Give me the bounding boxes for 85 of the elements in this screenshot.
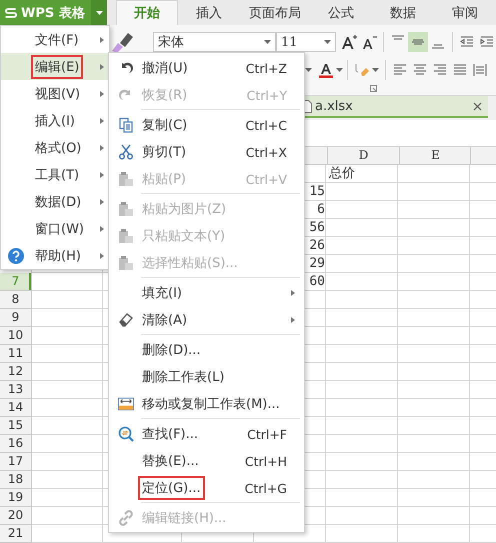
search-icon <box>118 426 134 442</box>
table-cell-text: 56 <box>308 219 326 237</box>
dropdown-arrow-icon[interactable] <box>336 68 343 72</box>
link-icon <box>118 510 134 526</box>
menu-item[interactable]: 文件(F) <box>1 26 109 53</box>
submenu-arrow-icon <box>100 118 104 124</box>
row-number[interactable]: 12 <box>0 363 31 381</box>
menu-item[interactable]: 视图(V) <box>1 80 109 107</box>
distribute-icon[interactable] <box>472 62 488 78</box>
submenu-arrow-icon <box>100 37 104 43</box>
menu-item[interactable]: 移动或复制工作表(M)... <box>109 390 304 417</box>
row-number[interactable]: 10 <box>0 327 31 345</box>
submenu-arrow-icon <box>100 226 104 232</box>
column-header[interactable]: E <box>399 147 471 164</box>
menu-item[interactable]: 编辑(E) <box>1 53 109 80</box>
menu-item[interactable]: 格式(O) <box>1 134 109 161</box>
row-number[interactable]: 18 <box>0 471 31 489</box>
menu-item[interactable]: 撤消(U) Ctrl+Z <box>109 54 304 81</box>
ribbon-tab[interactable]: 数据 <box>372 0 434 25</box>
menu-item[interactable]: 插入(I) <box>1 107 109 134</box>
row-number[interactable]: 19 <box>0 489 31 507</box>
sheet-move-icon <box>118 396 134 412</box>
clipboard-icon <box>118 254 134 270</box>
submenu-arrow-icon <box>100 253 104 259</box>
submenu-arrow-icon <box>100 64 104 70</box>
ribbon-tab[interactable]: 页面布局 <box>240 0 310 25</box>
menu-item[interactable]: 替换(E)... Ctrl+H <box>109 447 304 474</box>
paintbrush-icon[interactable] <box>110 31 136 53</box>
ribbon-tab[interactable]: 插入 <box>178 0 240 25</box>
table-cell-text: 29 <box>308 255 326 273</box>
submenu-arrow-icon <box>100 199 104 205</box>
menu-item[interactable]: 查找(F)... Ctrl+F <box>109 420 304 447</box>
submenu-arrow-icon <box>100 145 104 151</box>
row-number[interactable]: 9 <box>0 309 31 327</box>
ribbon-tab[interactable]: 审阅 <box>434 0 496 25</box>
menu-item[interactable]: 清除(A) <box>109 306 304 333</box>
dropdown-arrow-icon[interactable] <box>324 40 331 44</box>
row-number[interactable]: 16 <box>0 435 31 453</box>
help-icon <box>8 248 24 264</box>
row-number[interactable]: 11 <box>0 345 31 363</box>
clipboard-icon <box>118 200 134 216</box>
font-color-icon[interactable] <box>318 62 334 78</box>
logo-icon <box>4 6 18 20</box>
ribbon-tab[interactable]: 开始 <box>116 0 178 25</box>
eraser-icon[interactable] <box>354 62 370 78</box>
table-cell-text: 60 <box>308 273 326 291</box>
table-cell-text: 15 <box>308 183 326 201</box>
dialog-launcher-icon[interactable] <box>370 85 377 92</box>
eraser-icon <box>118 312 134 328</box>
dropdown-arrow-icon[interactable] <box>305 68 312 72</box>
font-name-field[interactable]: 宋体 <box>153 32 276 52</box>
copy-icon <box>118 116 134 132</box>
row-number[interactable]: 13 <box>0 381 31 399</box>
table-cell-text: 26 <box>308 237 326 255</box>
table-cell-text: 总价 <box>328 165 356 183</box>
menu-item[interactable]: 数据(D) <box>1 188 109 215</box>
dropdown-arrow-icon[interactable] <box>264 40 271 44</box>
column-header[interactable]: D <box>327 147 399 164</box>
close-icon[interactable] <box>473 102 482 110</box>
row-number[interactable]: 15 <box>0 417 31 435</box>
menu-item[interactable]: 删除(D)... <box>109 336 304 363</box>
row-number[interactable]: 8 <box>0 291 31 309</box>
submenu-arrow-icon <box>100 172 104 178</box>
font-size-field[interactable]: 11 <box>276 32 336 52</box>
menu-item[interactable]: 删除工作表(L) <box>109 363 304 390</box>
ribbon-tab[interactable]: 公式 <box>310 0 372 25</box>
row-number[interactable]: 21 <box>0 525 31 543</box>
table-cell-text: 6 <box>316 201 326 219</box>
menu-item[interactable]: 工具(T) <box>1 161 109 188</box>
submenu-arrow-icon <box>100 91 104 97</box>
row-number[interactable]: 14 <box>0 399 31 417</box>
clipboard-icon <box>118 170 134 186</box>
scissors-icon <box>118 144 134 160</box>
dropdown-arrow-icon[interactable] <box>372 68 379 72</box>
menu-item[interactable]: 定位(G)... Ctrl+G <box>109 474 304 501</box>
dropdown-arrow-icon[interactable] <box>96 10 102 14</box>
menu-item[interactable]: 帮助(H) <box>1 242 109 269</box>
menu-item[interactable]: 剪切(T) Ctrl+X <box>109 138 304 165</box>
grow-font-icon[interactable] <box>341 34 357 50</box>
shrink-font-icon[interactable] <box>361 34 377 50</box>
clipboard-icon <box>118 228 134 244</box>
menu-item[interactable]: 窗口(W) <box>1 215 109 242</box>
row-number[interactable]: 17 <box>0 453 31 471</box>
row-number[interactable]: 20 <box>0 507 31 525</box>
menu-item[interactable]: 填充(I) <box>109 279 304 306</box>
